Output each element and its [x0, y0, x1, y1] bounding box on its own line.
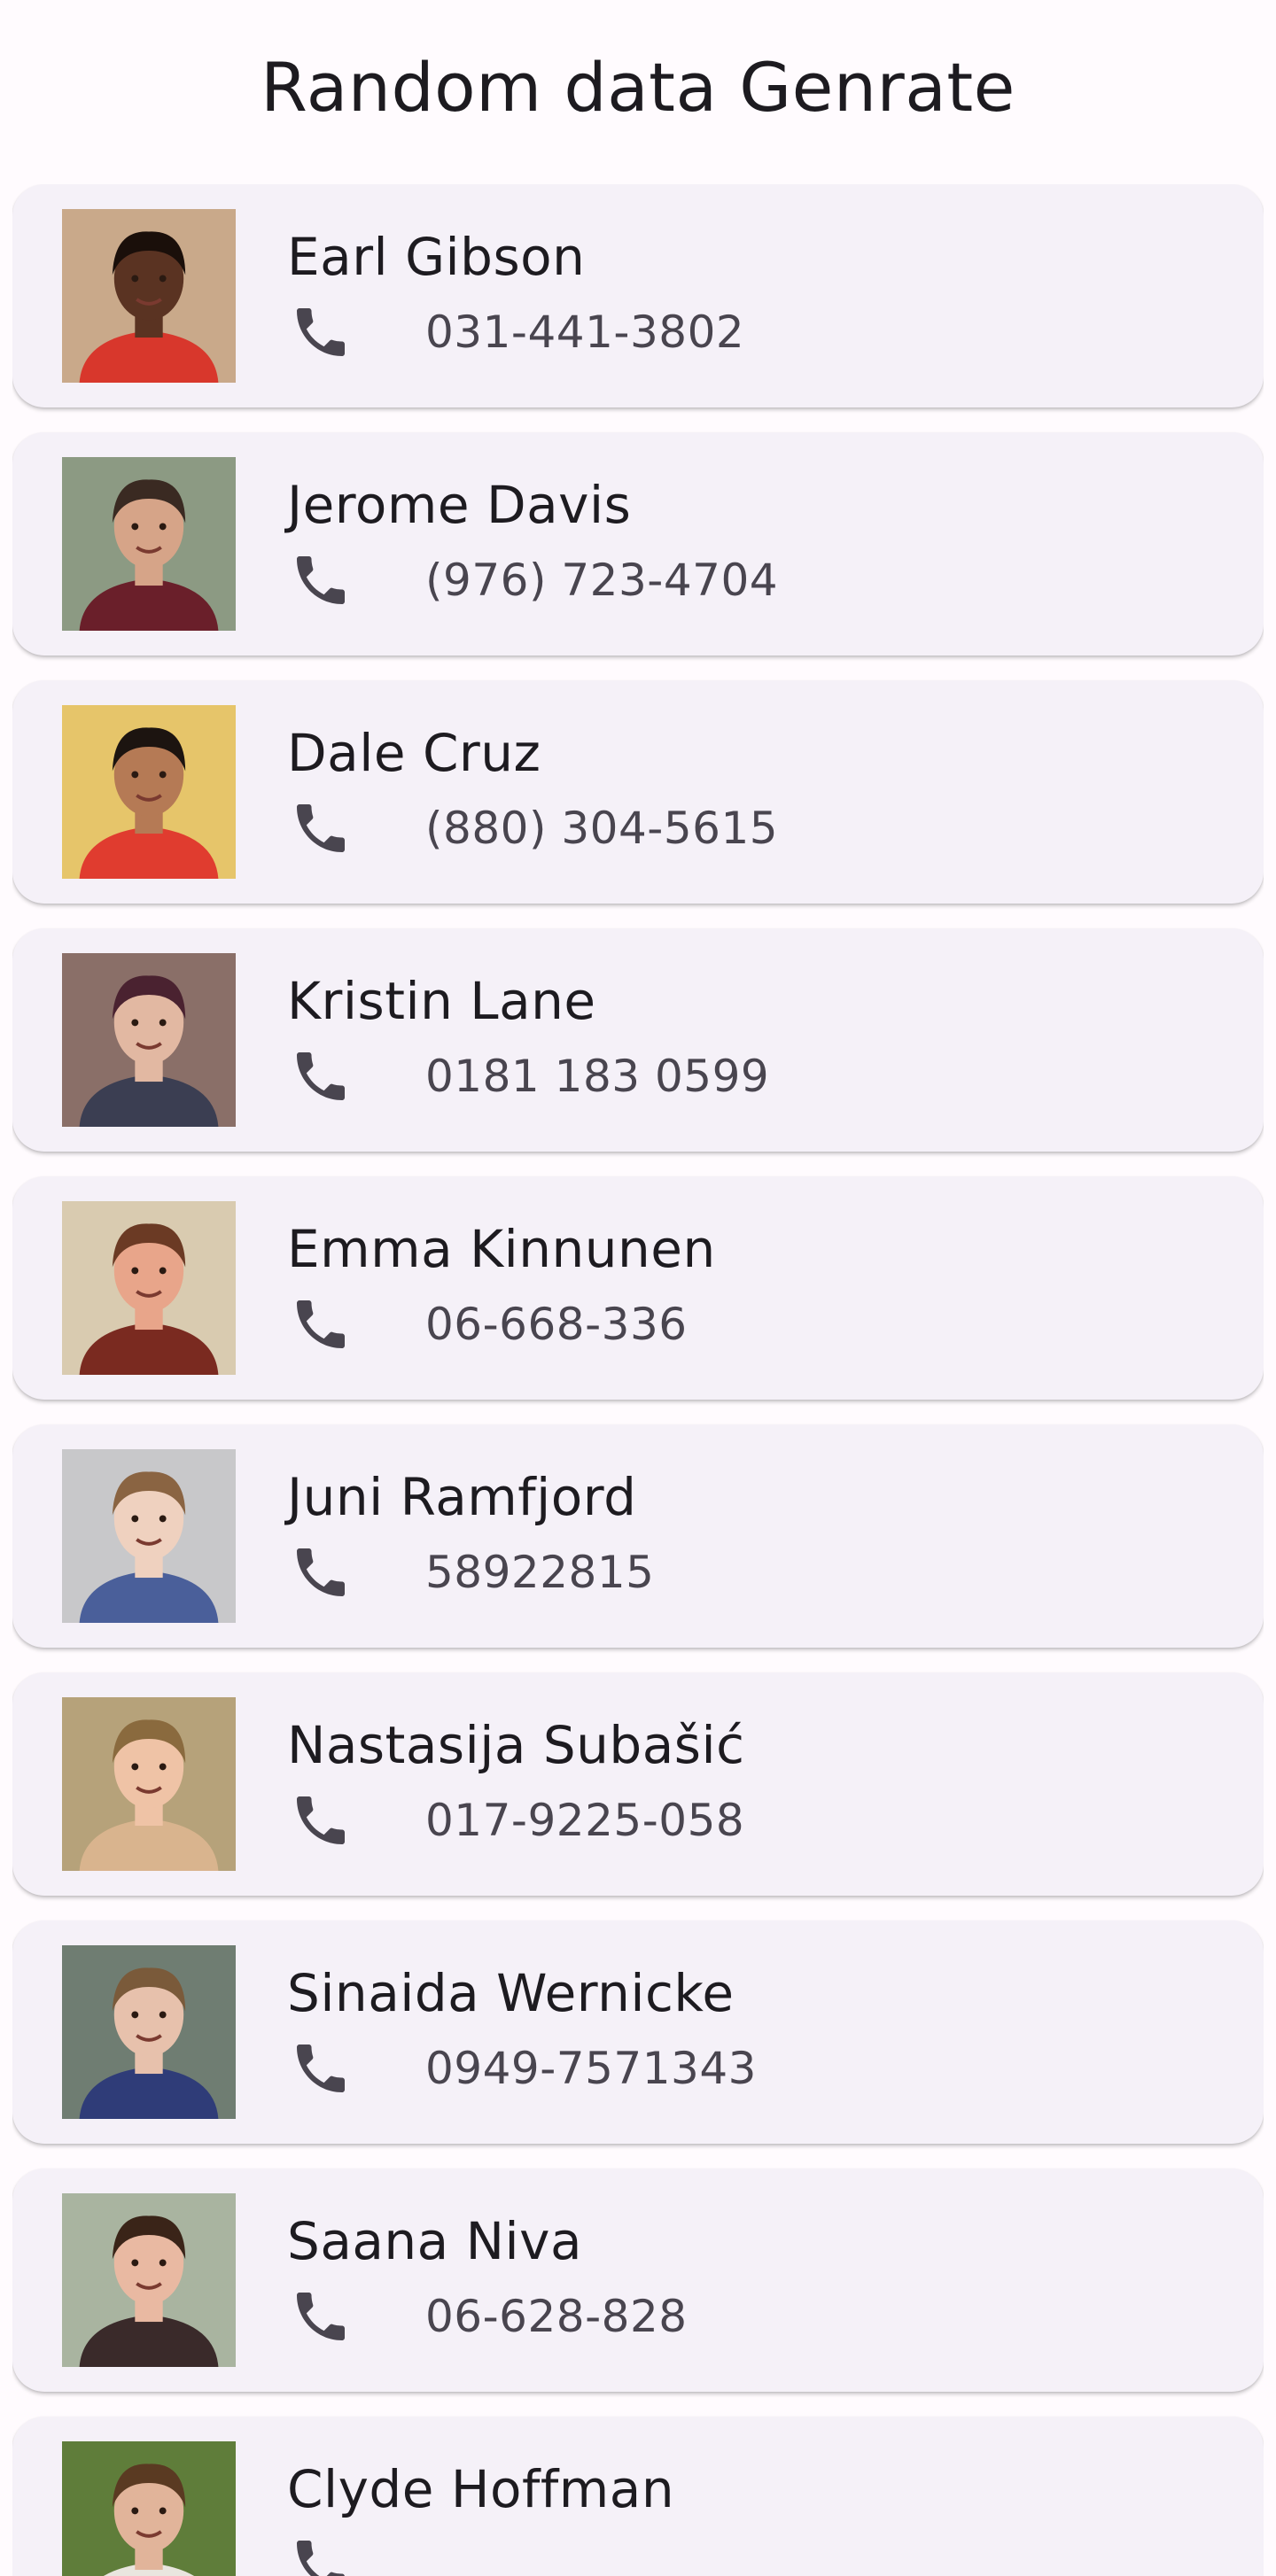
phone-icon: [289, 548, 353, 612]
contact-card[interactable]: Clyde Hoffman: [12, 2417, 1264, 2576]
contact-card[interactable]: Nastasija Subašić 017-9225-058: [12, 1672, 1264, 1896]
contact-card[interactable]: Dale Cruz (880) 304-5615: [12, 680, 1264, 904]
contact-phone: 58922815: [425, 1547, 655, 1598]
contact-phone: 06-628-828: [425, 2291, 688, 2342]
contact-name: Kristin Lane: [287, 971, 596, 1031]
avatar: [62, 2193, 236, 2367]
contact-phone: 031-441-3802: [425, 306, 745, 358]
contact-phone: 017-9225-058: [425, 1795, 745, 1846]
contact-phone: 06-668-336: [425, 1299, 688, 1350]
contact-card[interactable]: Jerome Davis (976) 723-4704: [12, 432, 1264, 656]
phone-icon: [289, 1292, 353, 1356]
avatar: [62, 1945, 236, 2119]
contact-list[interactable]: Earl Gibson 031-441-3802 Jerome Davis (9…: [12, 184, 1264, 2576]
avatar: [62, 1201, 236, 1375]
phone-icon: [289, 796, 353, 860]
avatar: [62, 953, 236, 1127]
contact-name: Sinaida Wernicke: [287, 1963, 735, 2023]
contact-name: Emma Kinnunen: [287, 1219, 716, 1279]
phone-icon: [289, 1788, 353, 1852]
phone-icon: [289, 300, 353, 364]
contact-card[interactable]: Saana Niva 06-628-828: [12, 2169, 1264, 2392]
avatar: [62, 457, 236, 631]
contact-phone: 0949-7571343: [425, 2043, 757, 2094]
contact-card[interactable]: Earl Gibson 031-441-3802: [12, 184, 1264, 407]
contact-card[interactable]: Sinaida Wernicke 0949-7571343: [12, 1920, 1264, 2144]
phone-icon: [289, 2037, 353, 2100]
page-title: Random data Genrate: [261, 47, 1015, 127]
contact-name: Juni Ramfjord: [287, 1467, 637, 1527]
contact-card[interactable]: Kristin Lane 0181 183 0599: [12, 928, 1264, 1152]
contact-name: Saana Niva: [287, 2211, 583, 2271]
contact-name: Dale Cruz: [287, 723, 541, 783]
contact-name: Nastasija Subašić: [287, 1715, 745, 1775]
contact-name: Earl Gibson: [287, 227, 586, 287]
phone-icon: [289, 1540, 353, 1604]
contact-name: Clyde Hoffman: [287, 2459, 675, 2519]
avatar: [62, 2441, 236, 2576]
avatar: [62, 1449, 236, 1623]
phone-icon: [289, 2285, 353, 2348]
phone-icon: [289, 2533, 353, 2576]
contact-phone: 0181 183 0599: [425, 1051, 770, 1102]
avatar: [62, 209, 236, 383]
contact-card[interactable]: Juni Ramfjord 58922815: [12, 1424, 1264, 1648]
contact-name: Jerome Davis: [287, 475, 632, 535]
avatar: [62, 705, 236, 879]
contact-phone: (976) 723-4704: [425, 555, 779, 606]
avatar: [62, 1697, 236, 1871]
phone-icon: [289, 1044, 353, 1108]
contact-card[interactable]: Emma Kinnunen 06-668-336: [12, 1176, 1264, 1400]
contact-phone: (880) 304-5615: [425, 803, 779, 854]
app-bar: Random data Genrate: [0, 0, 1276, 174]
